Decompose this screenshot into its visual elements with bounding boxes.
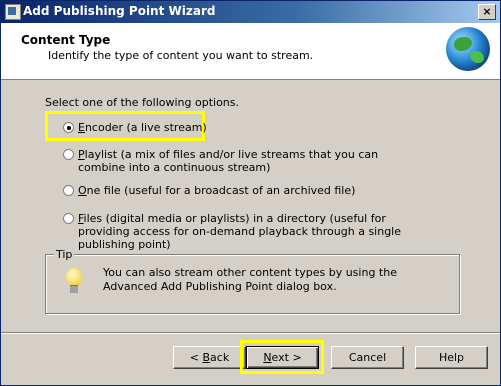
option-encoder-label[interactable]: Encoder (a live stream): [78, 121, 478, 134]
option-files-directory-label[interactable]: Files (digital media or playlists) in a …: [78, 212, 433, 251]
radio-one-file[interactable]: [63, 185, 74, 196]
tip-groupbox: Tip You can also stream other content ty…: [45, 248, 460, 314]
lightbulb-icon: [66, 268, 82, 294]
wizard-header: Content Type Identify the type of conten…: [1, 23, 500, 80]
wizard-window: Add Publishing Point Wizard × Content Ty…: [0, 0, 501, 386]
app-icon: [5, 4, 21, 20]
help-button[interactable]: Help: [415, 346, 488, 369]
globe-icon: [446, 27, 490, 71]
back-button[interactable]: < Back: [173, 346, 246, 369]
lightbulb-glass: [66, 268, 82, 286]
options-prompt: Select one of the following options.: [45, 96, 240, 109]
lightbulb-base: [70, 285, 78, 293]
radio-playlist[interactable]: [63, 149, 74, 160]
page-title: Content Type: [21, 33, 111, 47]
next-button[interactable]: Next >: [246, 346, 319, 369]
tip-legend: Tip: [54, 248, 75, 261]
option-playlist-label[interactable]: Playlist (a mix of files and/or live str…: [78, 148, 423, 174]
footer-separator: [1, 332, 500, 334]
radio-files-directory[interactable]: [63, 213, 74, 224]
close-button[interactable]: ×: [478, 4, 496, 20]
title-bar[interactable]: Add Publishing Point Wizard ×: [1, 1, 500, 23]
cancel-button[interactable]: Cancel: [331, 346, 404, 369]
radio-encoder[interactable]: [63, 122, 74, 133]
tip-text: You can also stream other content types …: [103, 266, 397, 293]
option-one-file-label[interactable]: One file (useful for a broadcast of an a…: [78, 184, 478, 197]
window-title: Add Publishing Point Wizard: [23, 4, 216, 18]
page-subtitle: Identify the type of content you want to…: [48, 49, 314, 62]
